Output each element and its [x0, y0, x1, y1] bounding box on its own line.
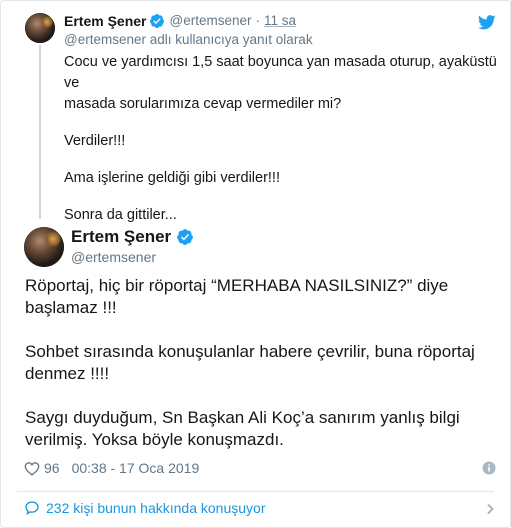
verified-badge-icon	[177, 229, 194, 245]
chevron-right-icon[interactable]	[484, 503, 496, 515]
parent-tweet-text: Cocu ve yardımcısı 1,5 saat boyunca yan …	[64, 52, 504, 226]
thread-connector-line	[39, 45, 41, 219]
parent-paragraph: Verdiler!!!	[64, 133, 126, 149]
tweet-paragraph: Sohbet sırasında konuşulanlar habere çev…	[25, 342, 475, 383]
parent-tweet-header: Ertem Şener @ertemsener · 11 sa	[64, 12, 296, 30]
parent-author-name[interactable]: Ertem Şener	[64, 12, 146, 30]
reply-context: @ertemsener adlı kullanıcıya yanıt olara…	[64, 32, 313, 47]
heart-icon[interactable]	[24, 461, 40, 476]
parent-avatar[interactable]	[25, 13, 55, 43]
speech-bubble-icon	[25, 501, 39, 516]
divider	[17, 491, 494, 492]
embedded-tweet-card: Ertem Şener @ertemsener · 11 sa @ertemse…	[0, 0, 511, 528]
parent-paragraph: Cocu ve yardımcısı 1,5 saat boyunca yan …	[64, 54, 497, 112]
parent-author-handle[interactable]: @ertemsener	[169, 12, 251, 30]
author-handle[interactable]: @ertemsener	[71, 249, 156, 265]
tweet-text: Röportaj, hiç bir röportaj “MERHABA NASI…	[25, 275, 505, 451]
info-icon[interactable]	[482, 461, 496, 475]
author-avatar[interactable]	[24, 227, 64, 267]
parent-paragraph: Ama işlerine geldiği gibi verdiler!!!	[64, 170, 280, 186]
twitter-bird-icon[interactable]	[478, 15, 496, 30]
parent-paragraph: Sonra da gittiler...	[64, 207, 177, 223]
author-name-row: Ertem Şener	[71, 227, 194, 247]
conversation-label: 232 kişi bunun hakkında konuşuyor	[46, 500, 266, 516]
like-count[interactable]: 96	[44, 460, 60, 476]
parent-tweet-time[interactable]: 11 sa	[264, 12, 296, 30]
tweet-paragraph: Röportaj, hiç bir röportaj “MERHABA NASI…	[25, 276, 449, 317]
tweet-paragraph: Saygı duyduğum, Sn Başkan Ali Koç’a sanı…	[25, 408, 460, 449]
author-name[interactable]: Ertem Şener	[71, 227, 171, 247]
tweet-meta: 96 00:38 - 17 Oca 2019	[24, 460, 199, 476]
conversation-link[interactable]: 232 kişi bunun hakkında konuşuyor	[24, 500, 265, 516]
tweet-timestamp[interactable]: 00:38 - 17 Oca 2019	[72, 460, 200, 476]
header-separator: ·	[255, 13, 260, 28]
verified-badge-icon	[150, 14, 165, 28]
